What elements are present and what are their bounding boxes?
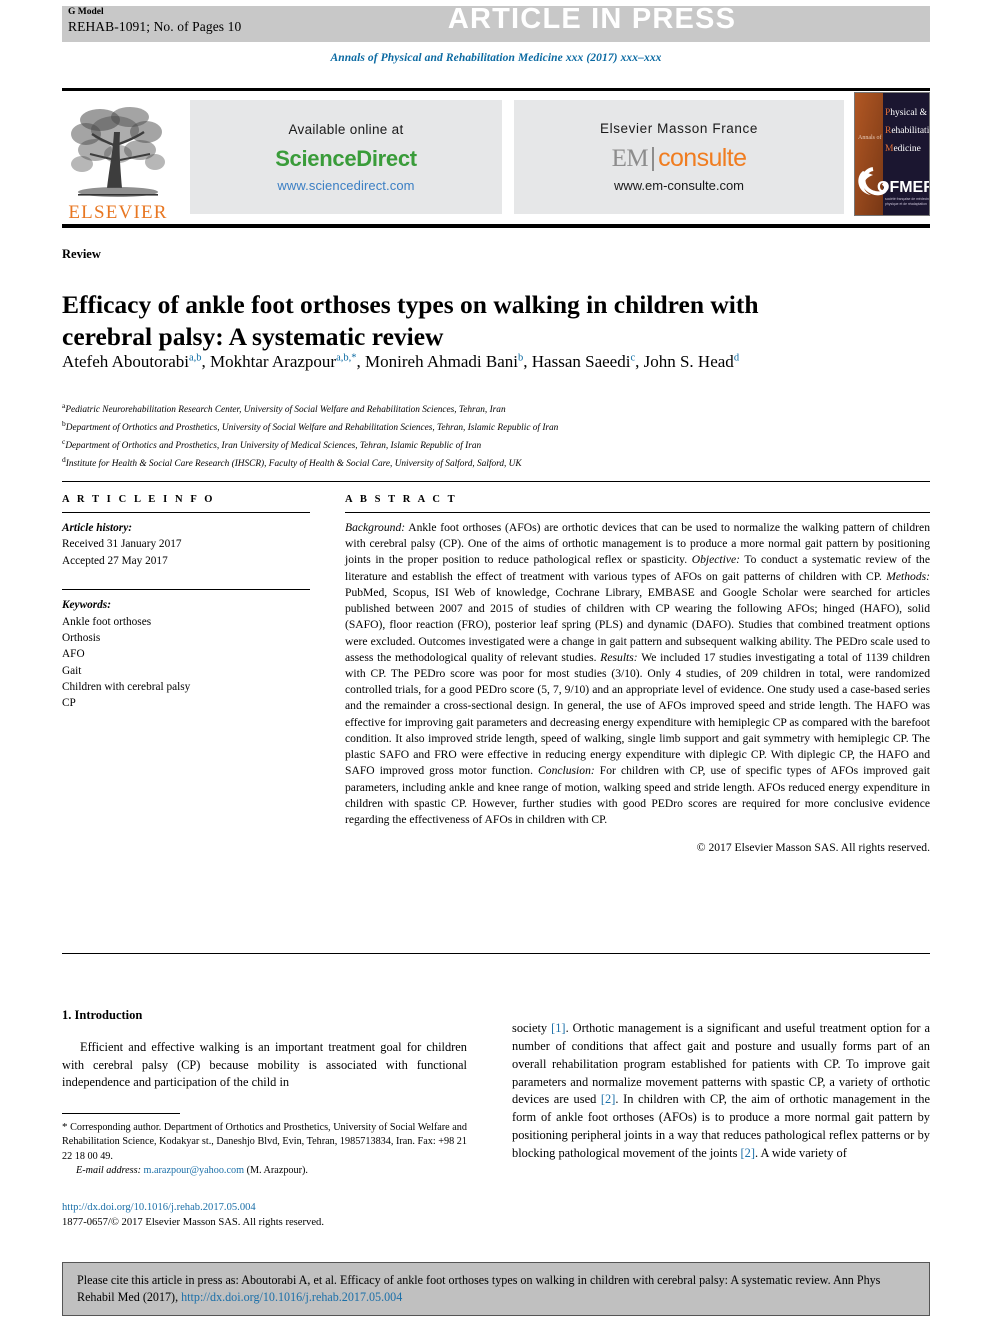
svg-text:Annals of: Annals of	[858, 134, 882, 141]
abstract-bottom-rule	[345, 953, 930, 954]
masthead-top-rule	[62, 88, 930, 91]
svg-text:société française de médecine: société française de médecine	[885, 197, 929, 201]
doi-link[interactable]: http://dx.doi.org/10.1016/j.rehab.2017.0…	[62, 1200, 467, 1215]
abstract-copyright: © 2017 Elsevier Masson SAS. All rights r…	[696, 841, 930, 855]
abstract-section: Methods: PubMed, Scopus, ISI Web of know…	[345, 569, 930, 664]
sciencedirect-url[interactable]: www.sciencedirect.com	[277, 178, 414, 193]
elsevier-logo: ELSEVIER	[62, 92, 174, 222]
introduction-heading: 1. Introduction	[62, 1008, 143, 1022]
article-history-label: Article history:	[62, 522, 132, 534]
keywords-list: Ankle foot orthoses Orthosis AFO Gait Childr…	[62, 614, 310, 712]
doi-block: http://dx.doi.org/10.1016/j.rehab.2017.0…	[62, 1200, 467, 1231]
abstract-divider	[345, 512, 930, 513]
svg-text:OFMER: OFMER	[877, 179, 929, 196]
affiliation-item: cDepartment of Orthotics and Prosthetics…	[62, 437, 482, 452]
abstract-section-lead: Objective:	[691, 553, 740, 567]
citation-doi-link[interactable]: http://dx.doi.org/10.1016/j.rehab.2017.0…	[181, 1290, 402, 1304]
affiliation-list: aPediatric Neurorehabilitation Research …	[62, 400, 942, 473]
corresponding-author-note: * Corresponding author. Department of Or…	[62, 1120, 467, 1178]
introduction-paragraph-right: society [1]. Orthotic management is a si…	[512, 1020, 930, 1162]
elsevier-wordmark: ELSEVIER	[68, 202, 168, 223]
citation-ref[interactable]: [2]	[741, 1146, 755, 1160]
keyword-item: Children with cerebral palsy	[62, 681, 191, 693]
em-logo-divider	[652, 146, 655, 171]
masthead-bottom-rule	[62, 224, 930, 228]
article-in-press-text: ARTICLE IN PRESS	[447, 3, 737, 35]
email-label: E-mail address:	[76, 1164, 141, 1176]
em-consulte-panel[interactable]: Elsevier Masson France EM consulte www.e…	[514, 100, 844, 214]
em-logo-right: consulte	[658, 144, 747, 172]
available-online-label: Available online at	[288, 121, 404, 137]
citation-footer-text: Please cite this article in press as: Ab…	[77, 1272, 915, 1306]
author-list: Atefeh Aboutorabia,b, Mokhtar Arazpoura,…	[62, 352, 740, 371]
masthead: ELSEVIER Available online at ScienceDire…	[62, 92, 930, 222]
abstract-section-lead: Results:	[600, 650, 638, 664]
svg-text:Rehabilitation: Rehabilitation	[885, 126, 929, 136]
citation-ref[interactable]: [2]	[601, 1092, 615, 1106]
abstract-heading: A B S T R A C T	[345, 494, 458, 505]
received-date: Received 31 January 2017	[62, 538, 182, 551]
citation-ref[interactable]: [1]	[551, 1021, 565, 1035]
abstract-section: Results: We included 17 studies investig…	[345, 650, 930, 778]
email-suffix: (M. Arazpour).	[244, 1164, 308, 1176]
corresponding-author-text: Corresponding author. Department of Orth…	[62, 1122, 467, 1162]
em-consulte-logo: EM consulte	[612, 144, 747, 173]
sofmer-cover-icon: Annals of Physical & Rehabilitation Medi…	[855, 93, 929, 215]
abstract-section-lead: Background:	[345, 521, 406, 534]
body-column-left: 1. Introduction Efficient and effective …	[62, 1008, 467, 1105]
em-consulte-url[interactable]: www.em-consulte.com	[614, 178, 744, 193]
keywords-block: Keywords: Ankle foot orthoses Orthosis AFO…	[62, 597, 310, 712]
body-column-right: society [1]. Orthotic management is a si…	[512, 1008, 930, 1175]
abstract-top-rule	[62, 481, 930, 482]
article-info-divider	[62, 512, 310, 513]
svg-text:Medicine: Medicine	[885, 144, 921, 154]
body-text: society	[512, 1021, 552, 1036]
svg-text:Physical &: Physical &	[885, 108, 928, 118]
journal-citation-line: Annals of Physical and Rehabilitation Me…	[330, 52, 662, 64]
introduction-paragraph-left: Efficient and effective walking is an im…	[62, 1040, 467, 1090]
manuscript-reference: REHAB-1091; No. of Pages 10	[68, 19, 242, 34]
abstract-body: Background: Ankle foot orthoses (AFOs) a…	[345, 520, 930, 828]
affiliation-item: dInstitute for Health & Social Care Rese…	[62, 455, 522, 470]
article-info-heading: A R T I C L E I N F O	[62, 494, 216, 505]
abstract-section-lead: Conclusion:	[538, 764, 595, 778]
article-info-column: A R T I C L E I N F O Article history: R…	[62, 494, 310, 712]
svg-text:physique et de réadaptation: physique et de réadaptation	[885, 202, 927, 206]
article-type-label: Review	[62, 247, 101, 261]
citation-footer-box: Please cite this article in press as: Ab…	[62, 1262, 930, 1316]
issn-copyright-line: 1877-0657/© 2017 Elsevier Masson SAS. Al…	[62, 1217, 324, 1229]
g-model-label: G Model	[68, 7, 104, 17]
keyword-item: CP	[62, 697, 76, 710]
page-title: Efficacy of ankle foot orthoses types on…	[62, 290, 759, 352]
affiliation-item: aPediatric Neurorehabilitation Research …	[62, 401, 506, 416]
sciencedirect-panel[interactable]: Available online at ScienceDirect www.sc…	[190, 100, 502, 214]
email-link[interactable]: m.arazpour@yahoo.com	[144, 1165, 244, 1176]
keyword-item: AFO	[62, 648, 85, 661]
accepted-date: Accepted 27 May 2017	[62, 554, 168, 567]
footnote-rule	[62, 1113, 180, 1115]
article-info-bottom-rule	[62, 953, 347, 954]
keyword-item: Gait	[62, 664, 82, 677]
elsevier-tree-icon	[71, 107, 165, 197]
abstract-column: A B S T R A C T Background: Ankle foot o…	[345, 494, 930, 854]
keyword-item: Ankle foot orthoses	[62, 615, 152, 628]
abstract-section-lead: Methods:	[886, 569, 930, 583]
affiliation-item: bDepartment of Orthotics and Prosthetics…	[62, 419, 559, 434]
keyword-item: Orthosis	[62, 631, 101, 644]
elsevier-masson-label: Elsevier Masson France	[599, 121, 758, 136]
em-logo-left: EM	[611, 144, 649, 172]
article-history-block: Article history: Received 31 January 201…	[62, 520, 310, 569]
keywords-divider	[62, 589, 310, 591]
sciencedirect-logo: ScienceDirect	[275, 145, 417, 171]
journal-cover-thumbnail: Annals of Physical & Rehabilitation Medi…	[854, 92, 930, 216]
body-text: . A wide variety of	[754, 1145, 847, 1160]
keywords-label: Keywords:	[62, 599, 111, 612]
